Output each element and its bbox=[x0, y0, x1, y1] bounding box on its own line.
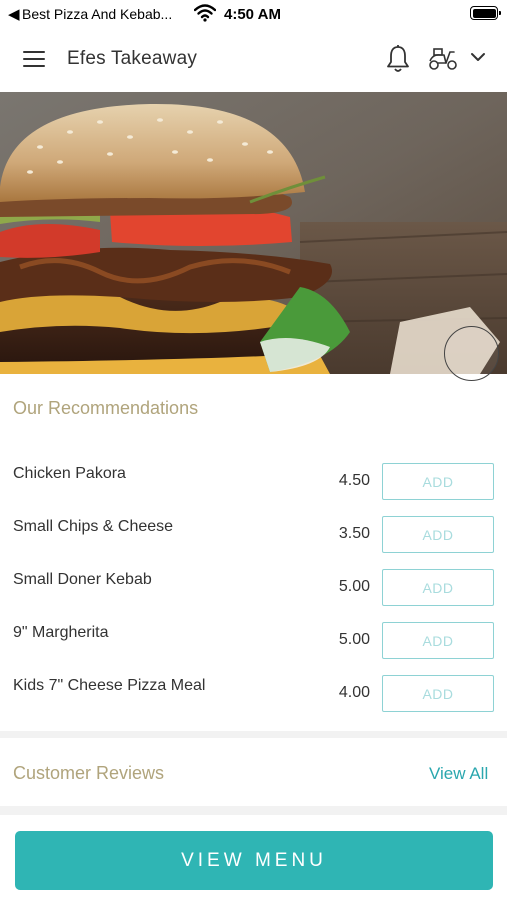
add-button[interactable]: ADD bbox=[382, 463, 494, 500]
item-price: 4.00 bbox=[338, 684, 370, 701]
list-item: Chicken Pakora 4.50 ADD bbox=[0, 463, 507, 516]
reviews-title: Customer Reviews bbox=[13, 763, 165, 783]
add-button[interactable]: ADD bbox=[382, 569, 494, 606]
item-price: 5.00 bbox=[338, 578, 370, 595]
chevron-down-icon[interactable] bbox=[470, 50, 486, 68]
status-bar: ◀ Best Pizza And Kebab... 4:50 AM bbox=[0, 0, 507, 28]
list-item: 9" Margherita 5.00 ADD bbox=[0, 622, 507, 675]
item-price: 4.50 bbox=[338, 472, 370, 489]
item-name: Small Doner Kebab bbox=[13, 571, 152, 588]
add-button[interactable]: ADD bbox=[382, 516, 494, 553]
list-item: Kids 7" Cheese Pizza Meal 4.00 ADD bbox=[0, 675, 507, 728]
back-to-app-label[interactable]: Best Pizza And Kebab... bbox=[22, 6, 172, 22]
carousel-indicator[interactable] bbox=[444, 326, 499, 381]
section-divider bbox=[0, 731, 507, 738]
item-name: 9" Margherita bbox=[13, 624, 109, 641]
scooter-icon[interactable] bbox=[427, 46, 459, 77]
add-button[interactable]: ADD bbox=[382, 675, 494, 712]
battery-icon bbox=[470, 6, 501, 20]
item-price: 3.50 bbox=[338, 525, 370, 542]
item-price: 5.00 bbox=[338, 631, 370, 648]
item-name: Small Chips & Cheese bbox=[13, 518, 174, 535]
hero-burger-image bbox=[0, 92, 507, 374]
page-title: Efes Takeaway bbox=[67, 48, 198, 69]
back-to-app-icon[interactable]: ◀ bbox=[8, 5, 20, 23]
view-all-link[interactable]: View All bbox=[429, 764, 488, 784]
bottom-bar: VIEW MENU bbox=[0, 815, 507, 900]
add-button[interactable]: ADD bbox=[382, 622, 494, 659]
item-name: Kids 7" Cheese Pizza Meal bbox=[13, 677, 206, 694]
hamburger-menu-icon[interactable] bbox=[22, 47, 46, 71]
recommendations-title: Our Recommendations bbox=[13, 398, 199, 418]
status-time: 4:50 AM bbox=[224, 6, 281, 23]
item-name: Chicken Pakora bbox=[13, 465, 126, 482]
list-item: Small Doner Kebab 5.00 ADD bbox=[0, 569, 507, 622]
section-divider bbox=[0, 806, 507, 815]
list-item: Small Chips & Cheese 3.50 ADD bbox=[0, 516, 507, 569]
bell-icon[interactable] bbox=[385, 44, 411, 79]
wifi-icon bbox=[193, 4, 217, 27]
view-menu-button[interactable]: VIEW MENU bbox=[15, 831, 493, 890]
app-header: Efes Takeaway bbox=[0, 28, 507, 92]
